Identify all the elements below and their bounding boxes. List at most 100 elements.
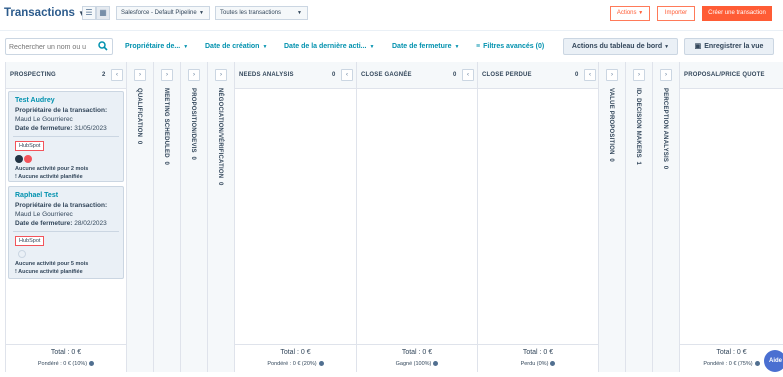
- card-divider: [13, 231, 119, 232]
- close-date-value: 31/05/2023: [74, 125, 107, 132]
- actions-button-label: Actions: [616, 10, 637, 16]
- column-count: 2: [102, 72, 106, 78]
- advanced-filters-label: Filtres avancés (0): [483, 43, 545, 50]
- column-count: 1: [635, 161, 641, 166]
- page-title[interactable]: Transactions▼: [4, 7, 86, 19]
- board-view-button[interactable]: ▦: [96, 6, 110, 20]
- last-activity-label: Date de la dernière acti...: [284, 43, 367, 50]
- avatar: [24, 155, 32, 163]
- chevron-down-icon: ▼: [454, 44, 460, 50]
- column-title: NÉGOCIATION/VÉRIFICATION 0: [217, 88, 223, 186]
- chevron-down-icon: ▼: [664, 44, 670, 50]
- search-icon[interactable]: [98, 41, 108, 51]
- column-total: Total : 0 €: [280, 349, 311, 356]
- chevron-right-icon: ›: [166, 72, 168, 78]
- column-count: 0: [136, 140, 142, 145]
- board-actions-button[interactable]: Actions du tableau de bord ▼: [563, 38, 678, 55]
- column-needs-analysis: NEEDS ANALYSIS 0 ‹ Total : 0 € Pondéré :…: [234, 62, 356, 372]
- close-date-filter[interactable]: Date de fermeture ▼: [392, 43, 459, 50]
- chevron-down-icon: ▼: [183, 44, 189, 50]
- column-close-lost: CLOSE PERDUE 0 ‹ Total : 0 € Perdu (0%): [477, 62, 598, 372]
- owner-value: Maud Le Gourrierec: [15, 211, 73, 218]
- deal-card[interactable]: Raphael Test Propriétaire de la transact…: [8, 186, 124, 279]
- list-view-icon: ☰: [85, 8, 93, 17]
- tag-badge: HubSpot: [15, 236, 45, 246]
- created-date-filter[interactable]: Date de création ▼: [205, 43, 267, 50]
- column-title: PROSPECTING: [10, 72, 56, 78]
- collapse-column-button[interactable]: ‹: [341, 69, 353, 81]
- deal-name-link[interactable]: Test Audrey: [15, 97, 55, 104]
- weighted-value: Gagné (100%): [395, 361, 432, 367]
- chevron-right-icon: ›: [665, 72, 667, 78]
- collapse-column-button[interactable]: ‹: [111, 69, 123, 81]
- chevron-left-icon: ‹: [346, 72, 348, 78]
- column-total: Total : 0 €: [50, 349, 82, 356]
- close-date-label: Date de fermeture: [392, 43, 452, 50]
- column-total: Total : 0 €: [522, 349, 554, 356]
- actions-button[interactable]: Actions ▼: [610, 6, 650, 21]
- column-title-text: QUALIFICATION: [136, 88, 142, 138]
- last-activity-filter[interactable]: Date de la dernière acti... ▼: [284, 43, 374, 50]
- column-close-won: CLOSE GAGNÉE 0 ‹ Total : 0 € Gagné (100%…: [356, 62, 477, 372]
- filter-bar: Propriétaire de...▼ Date de création▼ Da…: [0, 30, 783, 60]
- owner-label: Propriétaire de la transaction:: [15, 107, 108, 114]
- collapse-column-button[interactable]: ‹: [462, 69, 474, 81]
- avatar: [18, 250, 26, 258]
- pipeline-select-label: Salesforce - Default Pipeline: [121, 10, 197, 16]
- expand-column-button[interactable]: ›: [215, 69, 227, 81]
- planned-activity-text: ! Aucune activité planifiée: [15, 269, 83, 275]
- expand-column-button[interactable]: ›: [188, 69, 200, 81]
- column-count: 0: [453, 72, 457, 78]
- owner-filter[interactable]: Propriétaire de... ▼: [125, 43, 188, 50]
- close-date-label: Date de fermeture:: [15, 220, 73, 227]
- save-icon: ▣: [694, 43, 702, 50]
- column-footer: Total : 0 € Gagné (100%): [357, 344, 477, 372]
- column-title: NEEDS ANALYSIS: [239, 72, 294, 78]
- save-view-button[interactable]: ▣ Enregistrer la vue: [684, 38, 774, 55]
- column-body: [478, 89, 598, 344]
- create-deal-button[interactable]: Créer une transaction: [702, 6, 772, 21]
- save-view-label: Enregistrer la vue: [704, 43, 764, 50]
- weighted-value: Perdu (0%): [520, 361, 549, 367]
- expand-column-button[interactable]: ›: [633, 69, 645, 81]
- column-body: [235, 89, 356, 344]
- column-count: 0: [163, 161, 169, 166]
- weighted-value: Pondéré : 0 € (10%): [37, 361, 88, 367]
- column-body: [680, 89, 783, 344]
- owner-filter-label: Propriétaire de...: [125, 43, 181, 50]
- chevron-down-icon: ▼: [369, 44, 375, 50]
- search-input[interactable]: [9, 41, 95, 53]
- list-view-button[interactable]: ☰: [82, 6, 96, 20]
- column-footer: Total : 0 € Pondéré : 0 € (10%): [6, 344, 126, 372]
- expand-column-button[interactable]: ›: [660, 69, 672, 81]
- import-button[interactable]: Importer: [657, 6, 695, 21]
- column-title: ID. DECISION MAKERS 1: [635, 88, 641, 165]
- info-icon[interactable]: [754, 361, 760, 367]
- deal-name-link[interactable]: Raphael Test: [15, 192, 58, 199]
- expand-column-button[interactable]: ›: [161, 69, 173, 81]
- column-title: CLOSE GAGNÉE: [361, 72, 412, 78]
- help-button[interactable]: Aide: [764, 350, 783, 372]
- chevron-down-icon: ▼: [262, 44, 268, 50]
- column-weighted: Gagné (100%): [357, 361, 477, 367]
- column-count: 0: [662, 165, 668, 170]
- info-icon[interactable]: [89, 361, 95, 367]
- chevron-down-icon: ▼: [638, 10, 644, 16]
- advanced-filters-button[interactable]: ≡ Filtres avancés (0): [476, 43, 544, 50]
- expand-column-button[interactable]: ›: [134, 69, 146, 81]
- collapse-column-button[interactable]: ‹: [584, 69, 596, 81]
- deal-filter-select[interactable]: Toutes les transactions ▼: [215, 6, 308, 20]
- weighted-value: Pondéré : 0 € (75%): [703, 361, 753, 367]
- chevron-down-icon: ▼: [199, 10, 204, 16]
- column-weighted: Perdu (0%): [478, 361, 598, 367]
- column-title: CLOSE PERDUE: [482, 72, 532, 78]
- info-icon[interactable]: [550, 361, 556, 367]
- expand-column-button[interactable]: ›: [606, 69, 618, 81]
- deal-card[interactable]: Test Audrey Propriétaire de la transacti…: [8, 91, 124, 182]
- info-icon[interactable]: [433, 361, 439, 367]
- chevron-right-icon: ›: [638, 72, 640, 78]
- column-body: Test Audrey Propriétaire de la transacti…: [6, 89, 126, 344]
- info-icon[interactable]: [318, 361, 324, 367]
- column-title-text: ID. DECISION MAKERS: [635, 88, 641, 158]
- pipeline-select[interactable]: Salesforce - Default Pipeline ▼: [116, 6, 210, 20]
